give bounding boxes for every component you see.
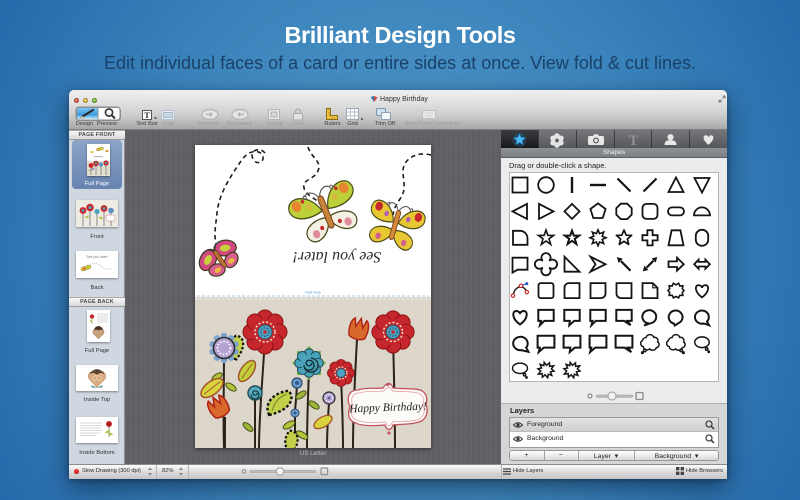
svg-text:T: T (629, 133, 639, 148)
svg-text:See you later!: See you later! (86, 255, 108, 259)
svg-text:Fold Here: Fold Here (305, 291, 321, 295)
svg-text:See you later!: See you later! (293, 248, 382, 265)
svg-text:T: T (144, 111, 150, 120)
